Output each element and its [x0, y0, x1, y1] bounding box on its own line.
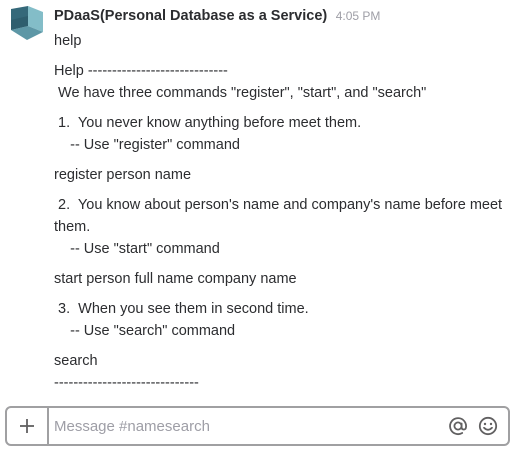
emoji-icon: [478, 416, 498, 436]
at-mention-icon: [449, 417, 467, 436]
add-attachment-button[interactable]: [7, 408, 49, 444]
help-item-1: 1. You never know anything before meet t…: [54, 115, 362, 131]
plus-icon: [20, 419, 34, 433]
search-usage: search: [54, 353, 98, 369]
help-item-2-sub: -- Use "start" command: [54, 241, 220, 257]
help-item-3: 3. When you see them in second time.: [54, 301, 309, 317]
help-item-2: 2. You know about person's name and comp…: [54, 197, 507, 235]
help-intro: We have three commands "register", "star…: [54, 85, 427, 101]
register-usage: register person name: [54, 167, 192, 183]
message-header: PDaaS(Personal Database as a Service) 4:…: [54, 7, 380, 25]
help-header: Help -----------------------------: [54, 63, 228, 79]
sender-name[interactable]: PDaaS(Personal Database as a Service): [54, 8, 327, 24]
message-body: help Help ----------------------------- …: [54, 30, 514, 394]
message-composer: [5, 406, 510, 446]
help-item-1-sub: -- Use "register" command: [54, 137, 240, 153]
message-timestamp[interactable]: 4:05 PM: [336, 9, 381, 23]
app-logo-icon[interactable]: [9, 6, 45, 42]
message-input[interactable]: [54, 412, 434, 440]
message: PDaaS(Personal Database as a Service) 4:…: [0, 0, 515, 400]
user-command-text: help: [54, 33, 82, 49]
start-usage: start person full name company name: [54, 271, 297, 287]
at-mention-button[interactable]: [447, 415, 469, 437]
help-item-3-sub: -- Use "search" command: [54, 323, 236, 339]
help-footer: ------------------------------: [54, 375, 199, 391]
emoji-button[interactable]: [477, 415, 499, 437]
